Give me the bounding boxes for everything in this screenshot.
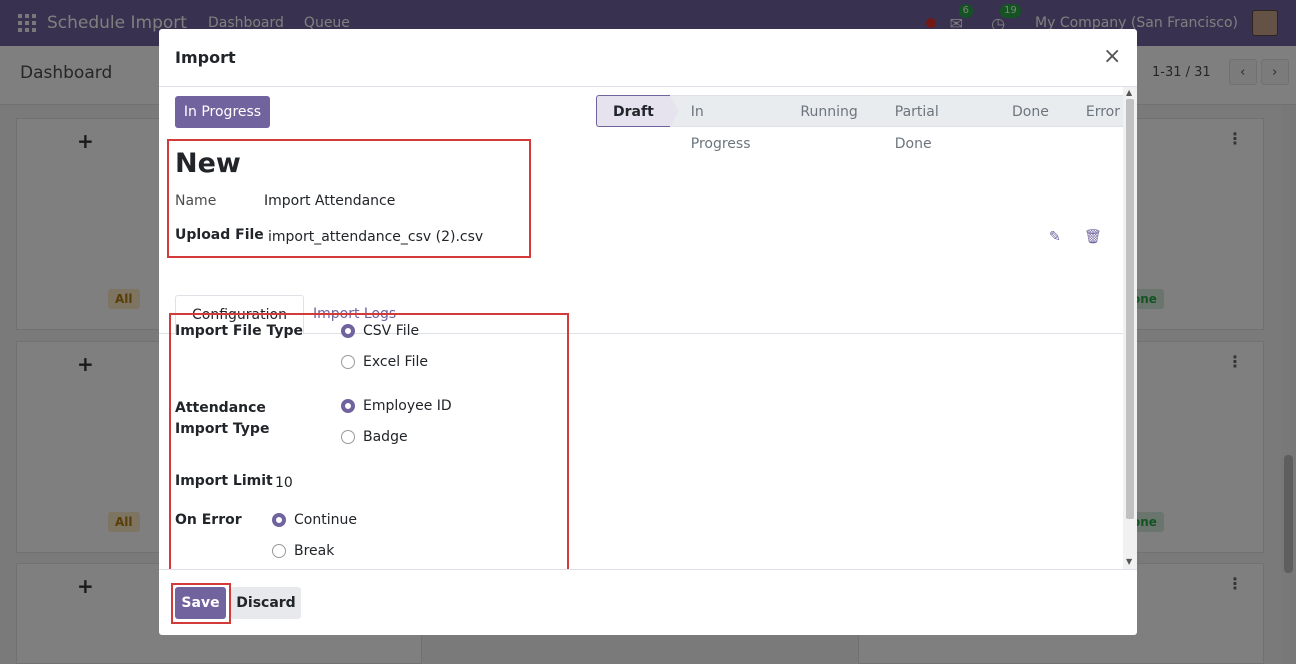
trash-icon[interactable]: 🗑	[1084, 229, 1102, 245]
import-dialog: Import × In Progress Draft In Progress R…	[159, 29, 1137, 635]
dialog-header: Import ×	[159, 29, 1137, 87]
radio-excel-file[interactable]: Excel File	[341, 354, 428, 370]
radio-badge[interactable]: Badge	[341, 429, 408, 445]
radio-label: Break	[294, 543, 335, 559]
record-title: New	[175, 148, 241, 179]
radio-label: Badge	[363, 429, 408, 445]
radio-checked-icon[interactable]	[341, 324, 355, 338]
save-button[interactable]: Save	[175, 587, 226, 619]
upload-file-label: Upload File	[175, 227, 264, 243]
import-limit-label: Import Limit	[175, 473, 273, 489]
upload-file-name[interactable]: import_attendance_csv (2).csv	[268, 229, 483, 245]
dialog-scrollbar[interactable]: ▲ ▼	[1123, 87, 1137, 569]
stage-draft[interactable]: Draft	[596, 95, 679, 127]
dialog-footer: Save Discard	[159, 569, 1137, 635]
dialog-body: In Progress Draft In Progress Running Pa…	[159, 87, 1137, 569]
import-file-type-label: Import File Type	[175, 323, 303, 339]
name-label: Name	[175, 193, 217, 209]
close-icon[interactable]: ×	[1103, 46, 1121, 68]
scroll-up-icon[interactable]: ▲	[1126, 88, 1132, 97]
radio-label: CSV File	[363, 323, 420, 339]
in-progress-button[interactable]: In Progress	[175, 96, 270, 128]
edit-pencil-icon[interactable]: ✎	[1049, 229, 1061, 245]
import-limit-field[interactable]: 10	[275, 475, 293, 491]
name-field[interactable]: Import Attendance	[264, 193, 395, 209]
dialog-scrollbar-thumb[interactable]	[1126, 99, 1134, 519]
radio-checked-icon[interactable]	[272, 513, 286, 527]
radio-label: Employee ID	[363, 398, 452, 414]
radio-unchecked-icon[interactable]	[341, 355, 355, 369]
scroll-down-icon[interactable]: ▼	[1126, 557, 1132, 566]
attendance-import-type-label: Attendance Import Type	[175, 400, 270, 437]
radio-label: Continue	[294, 512, 357, 528]
radio-continue[interactable]: Continue	[272, 512, 357, 528]
radio-label: Excel File	[363, 354, 428, 370]
stage-done[interactable]: Done	[991, 95, 1074, 127]
radio-csv-file[interactable]: CSV File	[341, 323, 419, 339]
stage-partial-done[interactable]: Partial Done	[873, 95, 1001, 152]
radio-unchecked-icon[interactable]	[272, 544, 286, 558]
radio-break[interactable]: Break	[272, 543, 334, 559]
dialog-title: Import	[175, 48, 236, 67]
stage-running[interactable]: Running	[779, 95, 884, 127]
stage-in-progress[interactable]: In Progress	[669, 95, 789, 152]
radio-employee-id[interactable]: Employee ID	[341, 398, 452, 414]
discard-button[interactable]: Discard	[231, 587, 301, 619]
on-error-label: On Error	[175, 512, 242, 528]
radio-unchecked-icon[interactable]	[341, 430, 355, 444]
statusbar: Draft In Progress Running Partial Done D…	[596, 95, 1137, 152]
radio-checked-icon[interactable]	[341, 399, 355, 413]
